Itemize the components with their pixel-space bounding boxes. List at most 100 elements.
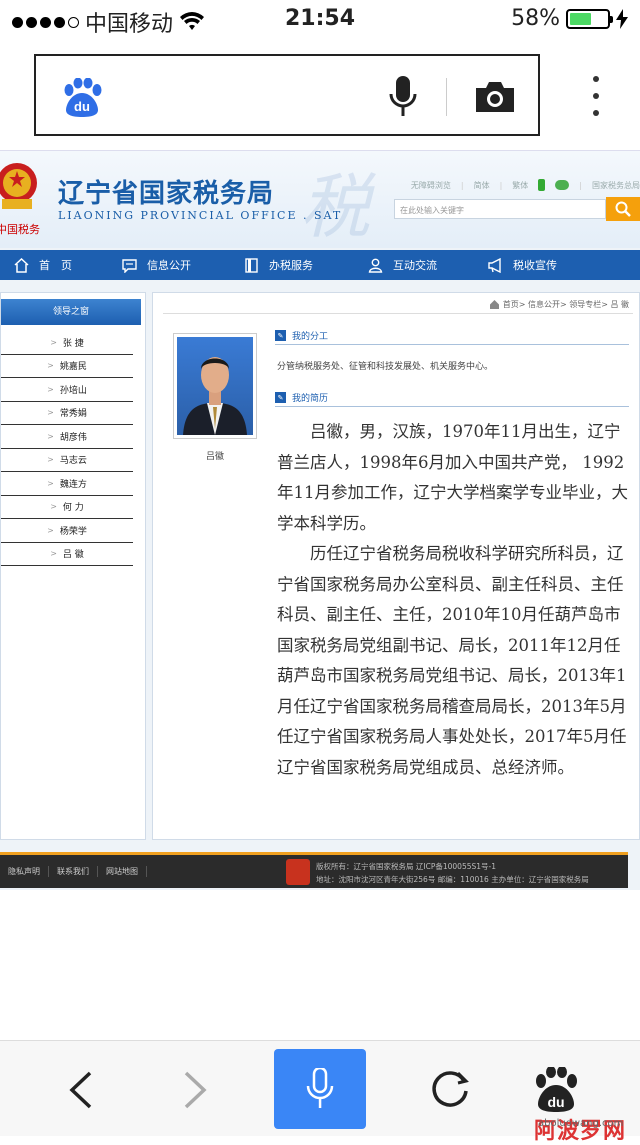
sidebar-title: 领导之窗 xyxy=(1,299,141,325)
baidu-home-icon[interactable]: du xyxy=(532,1067,580,1113)
link-traditional[interactable]: 繁体 xyxy=(512,180,528,191)
nav-tax-service[interactable]: 办税服务 xyxy=(230,250,354,280)
nav-interaction[interactable]: 互动交流 xyxy=(354,250,474,280)
back-arrow-icon[interactable] xyxy=(64,1069,100,1111)
nav-info-label: 信息公开 xyxy=(147,259,191,272)
footer-privacy-link[interactable]: 隐私声明 xyxy=(0,866,49,877)
person-icon xyxy=(368,258,383,273)
megaphone-icon xyxy=(488,257,501,273)
leader-item[interactable]: > 孙培山 xyxy=(1,378,133,402)
leader-item[interactable]: > 常秀娟 xyxy=(1,402,133,425)
header-watermark: 税 xyxy=(300,166,370,248)
chevron-right-icon: > xyxy=(50,502,57,512)
battery-percent: 58% xyxy=(511,6,560,31)
site-search-input[interactable]: 在此处输入关键字 xyxy=(394,199,606,219)
battery-icon xyxy=(566,8,613,29)
footer-copyright: 版权所有：辽宁省国家税务局 辽ICP备100055S1号-1 xyxy=(316,862,496,871)
leader-item[interactable]: > 杨荣学 xyxy=(1,519,133,543)
pencil-icon: ✎ xyxy=(275,330,286,341)
refresh-icon[interactable] xyxy=(428,1067,472,1111)
site-title[interactable]: 辽宁省国家税务局 xyxy=(58,173,274,210)
bio-paragraph-2: 历任辽宁省税务局税收科学研究所科员，辽宁省国家税务局办公室科员、副主任科员、主任… xyxy=(277,544,627,777)
leader-item[interactable]: > 马志云 xyxy=(1,449,133,472)
main-nav: 首 页 信息公开 办税服务 互动交流 税收宣传 xyxy=(0,250,640,280)
baidu-paw-icon[interactable]: du xyxy=(60,78,104,118)
voice-search-icon[interactable] xyxy=(388,76,418,118)
leader-item[interactable]: > 张 捷 xyxy=(1,331,133,355)
leader-name: 杨荣学 xyxy=(59,526,87,537)
photo-caption: 吕徽 xyxy=(205,452,224,462)
chevron-right-icon: > xyxy=(47,384,54,394)
leader-item[interactable]: > 何 力 xyxy=(1,496,133,519)
nav-interaction-label: 互动交流 xyxy=(393,259,437,272)
breadcrumb: 首页> 信息公开> 领导专栏> 吕 徽 xyxy=(489,299,629,310)
webpage: 中国税务 税 辽宁省国家税务局 LIAONING PROVINCIAL OFFI… xyxy=(0,150,640,890)
breadcrumb-text[interactable]: 首页> 信息公开> 领导专栏> 吕 徽 xyxy=(503,299,629,310)
site-search-button[interactable] xyxy=(606,197,640,221)
chevron-right-icon: > xyxy=(47,525,54,535)
footer-info: 版权所有：辽宁省国家税务局 辽ICP备100055S1号-1 地址：沈阳市沈河区… xyxy=(316,860,589,886)
home-icon xyxy=(14,257,29,273)
forward-arrow-icon[interactable] xyxy=(176,1069,212,1111)
watermark-url: aboluowang.com xyxy=(538,1118,624,1129)
biography: 吕徽，男，汉族，1970年11月出生，辽宁普兰店人，1998年6月加入中国共产党… xyxy=(277,417,629,783)
wechat-icon[interactable] xyxy=(555,180,570,190)
nav-tax-service-label: 办税服务 xyxy=(269,259,313,272)
chevron-right-icon: > xyxy=(50,337,57,347)
leader-name: 吕 徽 xyxy=(62,550,84,561)
bio-paragraph-1: 吕徽，男，汉族，1970年11月出生，辽宁普兰店人，1998年6月加入中国共产党… xyxy=(277,422,628,533)
chevron-right-icon: > xyxy=(47,478,54,488)
svg-text:du: du xyxy=(74,99,90,114)
leader-item[interactable]: > 胡彦伟 xyxy=(1,425,133,449)
camera-icon[interactable] xyxy=(474,80,516,114)
gov-badge-icon[interactable] xyxy=(286,859,310,885)
leader-item[interactable]: > 姚嘉民 xyxy=(1,355,133,378)
chevron-right-icon: > xyxy=(50,549,57,559)
chevron-right-icon: > xyxy=(47,455,54,465)
nav-info[interactable]: 信息公开 xyxy=(108,250,230,280)
content-divider xyxy=(163,313,633,314)
search-divider xyxy=(446,78,447,116)
link-simplified[interactable]: 简体 xyxy=(474,180,490,191)
link-accessibility[interactable]: 无障碍浏览 xyxy=(411,180,451,191)
microphone-icon xyxy=(306,1068,334,1108)
footer-links: 隐私声明 联系我们 网站地图 xyxy=(0,855,147,888)
search-icon xyxy=(615,201,631,217)
charging-bolt-icon xyxy=(616,8,628,29)
mobile-icon[interactable] xyxy=(538,179,546,191)
leader-list: > 张 捷 > 姚嘉民 > 孙培山 > 常秀娟 > 胡彦伟 > 马志云 > 魏连方 > 何 力 > 杨荣学 > 吕 徽 xyxy=(1,331,133,566)
bio-title: 我的简历 xyxy=(292,394,329,404)
leader-name: 马志云 xyxy=(59,456,87,467)
leader-name: 胡彦伟 xyxy=(59,432,87,443)
more-menu-icon[interactable] xyxy=(590,76,602,116)
footer-contact-link[interactable]: 联系我们 xyxy=(49,866,98,877)
nav-publicity-label: 税收宣传 xyxy=(513,259,557,272)
footer-sitemap-link[interactable]: 网站地图 xyxy=(98,866,147,877)
svg-text:du: du xyxy=(547,1094,564,1110)
leader-name: 何 力 xyxy=(62,503,84,514)
footer-address: 地址：沈阳市沈河区青年大街256号 邮编：110016 主办单位：辽宁省国家税务… xyxy=(316,875,589,884)
battery-level xyxy=(570,12,591,25)
duty-text: 分管纳税服务处、征管和科技发展处、机关服务中心。 xyxy=(277,362,494,372)
home-icon[interactable] xyxy=(489,300,499,309)
link-sat[interactable]: 国家税务总局 xyxy=(592,180,640,191)
voice-button[interactable] xyxy=(274,1049,366,1129)
nav-publicity[interactable]: 税收宣传 xyxy=(474,250,594,280)
main-content: 首页> 信息公开> 领导专栏> 吕 徽 吕徽 ✎ 我的分工 分管纳税服务处、征管… xyxy=(152,292,640,840)
bio-section-header: ✎ 我的简历 xyxy=(275,389,629,407)
sidebar: 领导之窗 > 张 捷 > 姚嘉民 > 孙培山 > 常秀娟 > 胡彦伟 > 马志云 > 魏连方 > 何 力 > 杨荣… xyxy=(0,292,146,840)
nav-home[interactable]: 首 页 xyxy=(0,250,108,280)
book-icon xyxy=(245,257,258,273)
status-right: 58% xyxy=(511,6,628,31)
portrait-drawing xyxy=(183,357,247,435)
browser-search-box[interactable]: du xyxy=(34,54,540,136)
leader-item[interactable]: > 吕 徽 xyxy=(1,543,133,566)
portrait-image xyxy=(177,337,253,435)
leader-name: 孙培山 xyxy=(59,385,87,396)
national-emblem-icon xyxy=(0,163,37,209)
nav-home-label: 首 页 xyxy=(39,259,72,272)
chevron-right-icon: > xyxy=(47,408,54,418)
leader-name: 常秀娟 xyxy=(59,409,87,420)
leader-item[interactable]: > 魏连方 xyxy=(1,472,133,496)
duty-section-header: ✎ 我的分工 xyxy=(275,327,629,345)
